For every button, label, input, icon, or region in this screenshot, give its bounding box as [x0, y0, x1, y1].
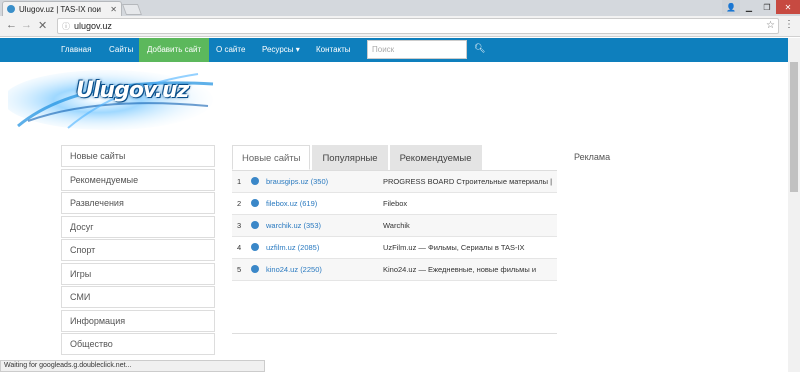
nav-sites[interactable]: Сайты: [109, 38, 133, 62]
nav-contacts[interactable]: Контакты: [316, 38, 351, 62]
site-favicon-icon: [7, 5, 15, 13]
tab-new-sites[interactable]: Новые сайты: [232, 145, 311, 170]
restore-button[interactable]: ❐: [758, 0, 776, 14]
nav-resources-dropdown[interactable]: Ресурсы ▾: [262, 38, 300, 62]
url-field[interactable]: ⓘ ulugov.uz ☆: [57, 18, 779, 34]
site-link[interactable]: kino24.uz (2250): [266, 265, 322, 274]
nav-home[interactable]: Главная: [61, 38, 91, 62]
browser-menu-icon[interactable]: ⋮: [784, 19, 794, 30]
tab-title: Ulugov.uz | TAS-IX пои: [19, 4, 102, 14]
category-leisure[interactable]: Досуг: [61, 215, 215, 238]
tab-recommended[interactable]: Рекомендуемые: [389, 145, 482, 170]
user-icon[interactable]: 👤: [722, 0, 740, 14]
category-sidebar: Новые сайты Рекомендуемые Развлечения До…: [61, 145, 215, 357]
status-bar: Waiting for googleads.g.doubleclick.net.…: [0, 360, 265, 372]
forward-icon[interactable]: →: [21, 19, 32, 31]
address-bar: ← → ✕ ⓘ ulugov.uz ☆ ⋮: [0, 16, 800, 37]
page-scrollbar[interactable]: [788, 38, 800, 372]
site-rank: 2: [237, 199, 242, 208]
site-description: Filebox: [383, 199, 408, 208]
category-entertainment[interactable]: Развлечения: [61, 192, 215, 214]
site-description: Kino24.uz — Ежедневные, новые фильмы и: [383, 265, 537, 274]
list-item: 3 warchik.uz (353) Warchik: [232, 215, 557, 237]
bookmark-star-icon[interactable]: ☆: [766, 20, 775, 31]
site-logo[interactable]: Ulugov.uz: [3, 66, 220, 134]
site-rank: 5: [237, 265, 242, 274]
category-new-sites[interactable]: Новые сайты: [61, 145, 215, 167]
ad-heading: Реклама: [574, 152, 611, 162]
logo-text: Ulugov.uz: [76, 78, 189, 103]
site-rank: 4: [237, 243, 242, 252]
site-list: 1 brausgips.uz (350) PROGRESS BOARD Стро…: [232, 170, 557, 281]
site-link[interactable]: uzfilm.uz (2085): [266, 243, 319, 252]
category-media[interactable]: СМИ: [61, 286, 215, 308]
site-rank: 1: [237, 177, 242, 186]
list-item: 1 brausgips.uz (350) PROGRESS BOARD Стро…: [232, 171, 557, 193]
site-rank: 3: [237, 221, 242, 230]
site-description: UzFilm.uz — Фильмы, Сериалы в TAS-IX: [383, 243, 525, 252]
url-text: ulugov.uz: [74, 21, 112, 31]
nav-add-site[interactable]: Добавить сайт: [139, 38, 210, 62]
site-link[interactable]: warchik.uz (353): [266, 221, 321, 230]
list-divider: [232, 333, 557, 334]
new-tab-button[interactable]: [121, 4, 143, 15]
browser-tab[interactable]: Ulugov.uz | TAS-IX пои ✕: [2, 1, 122, 16]
content-tabs: Новые сайты Популярные Рекомендуемые: [232, 145, 482, 170]
page-info-icon[interactable]: ⓘ: [62, 21, 70, 32]
category-information[interactable]: Информация: [61, 309, 215, 332]
back-icon[interactable]: ←: [6, 19, 17, 31]
tab-popular[interactable]: Популярные: [312, 145, 388, 170]
search-icon[interactable]: 🔍︎: [474, 43, 486, 55]
globe-icon: [251, 177, 259, 185]
tab-close-icon[interactable]: ✕: [110, 5, 117, 14]
list-item: 2 filebox.uz (619) Filebox: [232, 193, 557, 215]
globe-icon: [251, 265, 259, 273]
globe-icon: [251, 221, 259, 229]
window-controls: 👤 ▁ ❐ ✕: [722, 0, 800, 14]
list-item: 4 uzfilm.uz (2085) UzFilm.uz — Фильмы, С…: [232, 237, 557, 259]
minimize-button[interactable]: ▁: [740, 0, 758, 14]
site-description: Warchik: [383, 221, 410, 230]
site-description: PROGRESS BOARD Строительные материалы |: [383, 177, 553, 186]
site-link[interactable]: filebox.uz (619): [266, 199, 317, 208]
globe-icon: [251, 243, 259, 251]
browser-titlebar: Ulugov.uz | TAS-IX пои ✕ 👤 ▁ ❐ ✕: [0, 0, 800, 16]
category-recommended[interactable]: Рекомендуемые: [61, 168, 215, 191]
stop-loading-icon[interactable]: ✕: [38, 19, 47, 32]
globe-icon: [251, 199, 259, 207]
scrollbar-thumb[interactable]: [790, 62, 798, 192]
close-window-button[interactable]: ✕: [776, 0, 800, 14]
site-link[interactable]: brausgips.uz (350): [266, 177, 328, 186]
category-sport[interactable]: Спорт: [61, 239, 215, 261]
category-games[interactable]: Игры: [61, 262, 215, 285]
site-navbar: Главная Сайты Добавить сайт О сайте Ресу…: [0, 38, 788, 62]
category-society[interactable]: Общество: [61, 333, 215, 355]
nav-about[interactable]: О сайте: [216, 38, 245, 62]
search-input[interactable]: Поиск: [367, 40, 467, 59]
list-item: 5 kino24.uz (2250) Kino24.uz — Ежедневны…: [232, 259, 557, 281]
